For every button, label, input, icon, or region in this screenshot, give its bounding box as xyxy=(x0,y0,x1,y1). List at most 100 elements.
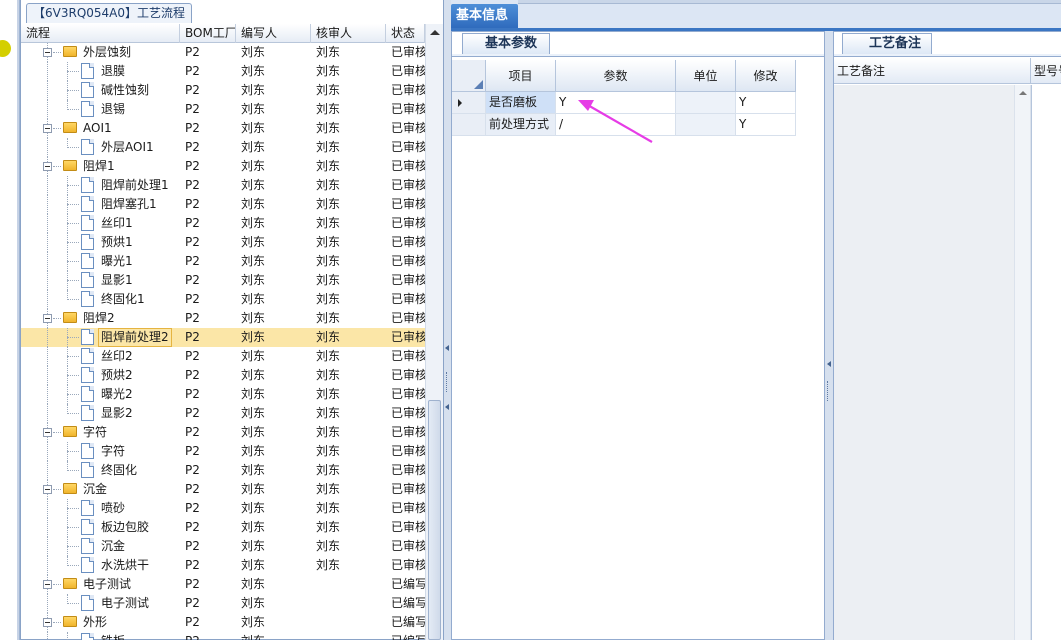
tree-node[interactable]: 阻焊前处理1 xyxy=(21,176,180,195)
tree-row[interactable]: 预烘2 P2 刘东 刘东 已审核 xyxy=(21,366,425,385)
column-header-process[interactable]: 流程 xyxy=(21,24,180,43)
splitter-grip-icon[interactable] xyxy=(827,381,830,401)
collapse-toggle-icon[interactable] xyxy=(43,162,52,171)
column-header-process-notes[interactable]: 工艺备注 xyxy=(834,58,1031,83)
column-header-reviewer[interactable]: 核审人 xyxy=(311,24,386,43)
tree-row[interactable]: 水洗烘干 P2 刘东 刘东 已审核 xyxy=(21,556,425,575)
tree-row[interactable]: 铣板 P2刘东 已编写 xyxy=(21,632,425,640)
tree-node[interactable]: 电子测试 xyxy=(21,594,180,613)
tree-node[interactable]: 水洗烘干 xyxy=(21,556,180,575)
tree-row[interactable]: 丝印1 P2 刘东 刘东 已审核 xyxy=(21,214,425,233)
tree-row[interactable]: 沉金 P2 刘东 刘东 已审核 xyxy=(21,537,425,556)
tree-node[interactable]: 退膜 xyxy=(21,62,180,81)
tree-node[interactable]: 电子测试 xyxy=(21,575,180,594)
column-header-param[interactable]: 参数 xyxy=(556,60,676,92)
tree-node[interactable]: 阻焊前处理2 xyxy=(21,328,180,347)
tree-node[interactable]: 阻焊塞孔1 xyxy=(21,195,180,214)
tree-node[interactable]: 显影2 xyxy=(21,404,180,423)
tree-row[interactable]: 阻焊塞孔1 P2 刘东 刘东 已审核 xyxy=(21,195,425,214)
tree-row[interactable]: 阻焊前处理1 P2 刘东 刘东 已审核 xyxy=(21,176,425,195)
tree-row[interactable]: 字符 P2 刘东 刘东 已审核 xyxy=(21,442,425,461)
tree-node[interactable]: 铣板 xyxy=(21,632,180,640)
tree-node[interactable]: 曝光1 xyxy=(21,252,180,271)
tree-node[interactable]: 终固化 xyxy=(21,461,180,480)
tree-row[interactable]: 终固化 P2 刘东 刘东 已审核 xyxy=(21,461,425,480)
tree-node[interactable]: 字符 xyxy=(21,423,180,442)
scroll-up-arrow-icon[interactable] xyxy=(1019,91,1027,95)
collapse-arrow-icon[interactable] xyxy=(827,361,831,367)
tree-row[interactable]: 沉金 P2 刘东 刘东 已审核 xyxy=(21,480,425,499)
notes-scrollbar[interactable] xyxy=(1014,85,1031,640)
scroll-up-arrow-icon[interactable] xyxy=(430,30,440,35)
column-header-modify[interactable]: 修改 xyxy=(736,60,796,92)
collapse-toggle-icon[interactable] xyxy=(43,428,52,437)
tree-node[interactable]: 预烘1 xyxy=(21,233,180,252)
tree-row[interactable]: 字符 P2 刘东 刘东 已审核 xyxy=(21,423,425,442)
tree-node[interactable]: 终固化1 xyxy=(21,290,180,309)
collapse-left-arrow-icon-2[interactable] xyxy=(445,404,449,410)
cell-unit[interactable] xyxy=(676,114,736,136)
tree-row[interactable]: 电子测试 P2 刘东 已编写 xyxy=(21,575,425,594)
tree-node[interactable]: 退锡 xyxy=(21,100,180,119)
tree-node[interactable]: 沉金 xyxy=(21,480,180,499)
tree-row[interactable]: 退膜 P2 刘东 刘东 已审核 xyxy=(21,62,425,81)
scrollbar-thumb[interactable] xyxy=(428,400,441,640)
tree-node[interactable]: 丝印1 xyxy=(21,214,180,233)
tree-row[interactable]: AOI1 P2 刘东 刘东 已审核 xyxy=(21,119,425,138)
tree-node[interactable]: 曝光2 xyxy=(21,385,180,404)
notes-grid-body[interactable] xyxy=(834,85,1061,640)
tree-row[interactable]: 碱性蚀刻 P2 刘东 刘东 已审核 xyxy=(21,81,425,100)
tree-row[interactable]: 丝印2 P2 刘东 刘东 已审核 xyxy=(21,347,425,366)
tab-basic-params[interactable]: 基本参数 xyxy=(462,33,550,54)
tree-row[interactable]: 外层AOI1 P2 刘东 刘东 已审核 xyxy=(21,138,425,157)
tree-node[interactable]: 碱性蚀刻 xyxy=(21,81,180,100)
tree-node[interactable]: 外形 xyxy=(21,613,180,632)
tree-vertical-scrollbar[interactable] xyxy=(425,24,443,640)
tree-row[interactable]: 显影1 P2 刘东 刘东 已审核 xyxy=(21,271,425,290)
tree-row[interactable]: 喷砂 P2 刘东 刘东 已审核 xyxy=(21,499,425,518)
tree-node[interactable]: 显影1 xyxy=(21,271,180,290)
tree-row[interactable]: 显影2 P2 刘东 刘东 已审核 xyxy=(21,404,425,423)
cell-item[interactable]: 是否磨板 xyxy=(486,92,556,114)
tree-node[interactable]: 字符 xyxy=(21,442,180,461)
collapse-left-arrow-icon[interactable] xyxy=(445,345,449,351)
collapse-toggle-icon[interactable] xyxy=(43,618,52,627)
tree-row[interactable]: 曝光2 P2 刘东 刘东 已审核 xyxy=(21,385,425,404)
cell-unit[interactable] xyxy=(676,92,736,114)
cell-modify[interactable]: Y xyxy=(736,114,796,136)
collapse-toggle-icon[interactable] xyxy=(43,48,52,57)
tree-node[interactable]: 阻焊2 xyxy=(21,309,180,328)
tab-process-notes[interactable]: 工艺备注 xyxy=(842,33,932,54)
tree-row[interactable]: 阻焊1 P2 刘东 刘东 已审核 xyxy=(21,157,425,176)
collapse-toggle-icon[interactable] xyxy=(43,580,52,589)
tree-row[interactable]: 阻焊前处理2 P2 刘东 刘东 已审核 xyxy=(21,328,425,347)
params-notes-splitter[interactable] xyxy=(825,31,833,640)
tree-node[interactable]: 阻焊1 xyxy=(21,157,180,176)
column-header-status[interactable]: 状态 xyxy=(386,24,425,43)
tree-node[interactable]: 沉金 xyxy=(21,537,180,556)
column-header-unit[interactable]: 单位 xyxy=(676,60,736,92)
column-header-bom-factory[interactable]: BOM工厂 xyxy=(180,24,236,43)
tree-node[interactable]: 预烘2 xyxy=(21,366,180,385)
tree-row[interactable]: 终固化1 P2 刘东 刘东 已审核 xyxy=(21,290,425,309)
splitter-grip-icon[interactable] xyxy=(446,372,449,392)
collapse-toggle-icon[interactable] xyxy=(43,314,52,323)
tree-info-splitter[interactable] xyxy=(444,0,451,640)
tree-row[interactable]: 阻焊2 P2 刘东 刘东 已审核 xyxy=(21,309,425,328)
tree-row[interactable]: 板边包胶 P2 刘东 刘东 已审核 xyxy=(21,518,425,537)
cell-item[interactable]: 前处理方式 xyxy=(486,114,556,136)
left-panel-scrollbar[interactable] xyxy=(17,0,19,640)
collapse-toggle-icon[interactable] xyxy=(43,124,52,133)
tree-row[interactable]: 退锡 P2 刘东 刘东 已审核 xyxy=(21,100,425,119)
tree-row[interactable]: 外层蚀刻 P2 刘东 刘东 已审核 xyxy=(21,43,425,62)
cell-modify[interactable]: Y xyxy=(736,92,796,114)
tree-row[interactable]: 曝光1 P2 刘东 刘东 已审核 xyxy=(21,252,425,271)
column-header-model[interactable]: 型号号 xyxy=(1031,58,1061,83)
column-header-editor[interactable]: 编写人 xyxy=(236,24,311,43)
tree-node[interactable]: 外层蚀刻 xyxy=(21,43,180,62)
tree-node[interactable]: 外层AOI1 xyxy=(21,138,180,157)
tree-node[interactable]: 喷砂 xyxy=(21,499,180,518)
tree-row[interactable]: 预烘1 P2 刘东 刘东 已审核 xyxy=(21,233,425,252)
tab-basic-info[interactable]: 基本信息 xyxy=(451,4,518,28)
column-header-item[interactable]: 项目 xyxy=(486,60,556,92)
